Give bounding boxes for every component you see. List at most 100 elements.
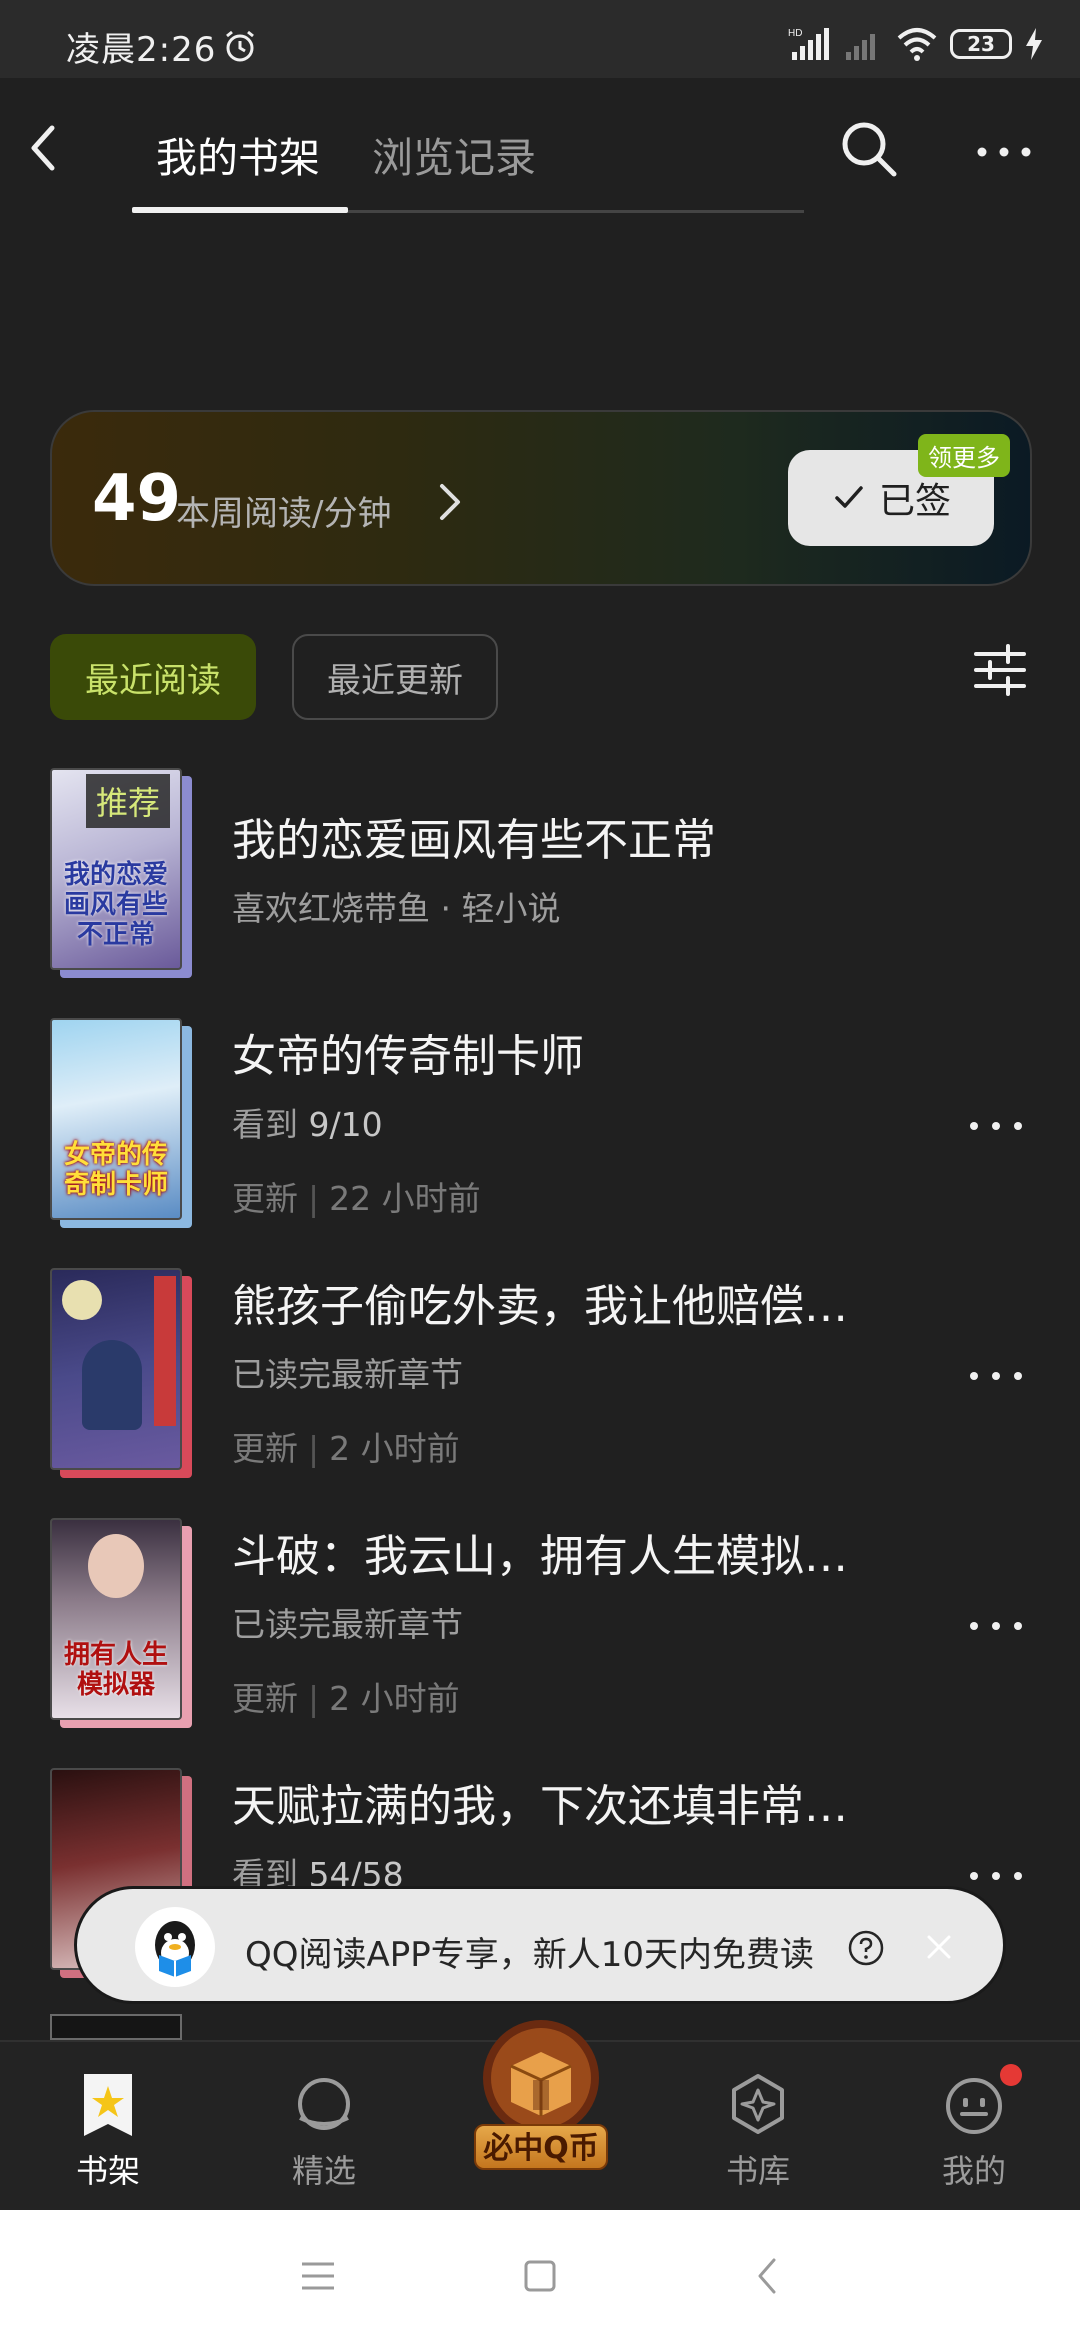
separator: | <box>308 1679 320 1718</box>
separator: | <box>308 1429 320 1468</box>
book-cover[interactable]: 我的恋爱画风有些不正常 推荐 <box>50 768 192 978</box>
book-cover[interactable] <box>50 1268 192 1478</box>
next-book-cover-partial <box>50 2014 182 2040</box>
signal-icon: HD <box>788 28 829 60</box>
update-info: 更新 | 2 小时前 <box>232 1422 460 1470</box>
book-list-item[interactable]: 熊孩子偷吃外卖，我让他赔偿… 已读完最新章节 更新 | 2 小时前 <box>0 1268 1080 1488</box>
nav-label: 必中Q币 <box>474 2124 608 2170</box>
update-label: 更新 <box>232 1679 298 1718</box>
chevron-right-icon <box>440 484 460 520</box>
promo-toast[interactable]: QQ阅读APP专享，新人10天内免费读 <box>74 1886 1006 2004</box>
book-list-item[interactable]: 我的恋爱画风有些不正常 推荐 我的恋爱画风有些不正常 喜欢红烧带鱼 · 轻小说 <box>0 768 1080 988</box>
book-list-item[interactable]: 女帝的传奇制卡师 女帝的传奇制卡师 看到 9/10 更新 | 22 小时前 <box>0 1018 1080 1238</box>
cover-title-text: 女帝的传奇制卡师 <box>63 1140 168 1200</box>
cover-image: 拥有人生模拟器 <box>50 1518 182 1720</box>
alarm-icon <box>226 30 254 62</box>
status-time: 凌晨2:26 <box>66 30 217 70</box>
battery-icon: 23 <box>950 29 1012 59</box>
nav-label: 书库 <box>725 2152 790 2190</box>
book-title[interactable]: 斗破：我云山，拥有人生模拟… <box>232 1520 848 1584</box>
search-icon[interactable] <box>838 118 902 182</box>
svg-text:HD: HD <box>788 28 802 39</box>
book-cover[interactable]: 女帝的传奇制卡师 <box>50 1018 192 1228</box>
cover-face <box>88 1534 144 1598</box>
battery-level: 23 <box>967 32 995 56</box>
compass-icon <box>732 2074 784 2134</box>
progress-label: 看到 <box>232 1105 309 1144</box>
book-more-icon[interactable] <box>966 1114 1026 1138</box>
system-navigation-bar <box>0 2210 1080 2340</box>
status-bar: 凌晨2:26 HD 23 <box>0 0 1080 78</box>
reading-progress: 看到 9/10 <box>232 1098 383 1146</box>
home-square-icon[interactable] <box>518 2254 562 2298</box>
book-title[interactable]: 熊孩子偷吃外卖，我让他赔偿… <box>232 1270 848 1334</box>
tab-my-bookshelf[interactable]: 我的书架 <box>156 124 320 184</box>
signal-weak-icon <box>846 34 875 60</box>
active-tab-indicator <box>132 207 348 213</box>
book-list-item[interactable]: 拥有人生模拟器 斗破：我云山，拥有人生模拟… 已读完最新章节 更新 | 2 小时前 <box>0 1518 1080 1738</box>
notification-dot <box>1000 2064 1022 2086</box>
check-icon <box>835 486 863 508</box>
book-more-icon[interactable] <box>966 1864 1026 1888</box>
nav-label: 书架 <box>75 2152 140 2190</box>
close-icon[interactable] <box>919 1927 959 1967</box>
book-title[interactable]: 天赋拉满的我，下次还填非常… <box>232 1770 848 1834</box>
book-title[interactable]: 我的恋爱画风有些不正常 <box>232 804 716 868</box>
bottom-navigation: 书架 精选 必中Q币 书库 我的 <box>0 2020 1080 2212</box>
promo-text: QQ阅读APP专享，新人10天内免费读 <box>245 1935 815 1975</box>
book-more-icon[interactable] <box>966 1614 1026 1638</box>
update-time: 22 小时前 <box>329 1179 481 1218</box>
cover-image: 女帝的传奇制卡师 <box>50 1018 182 1220</box>
filter-recently-read[interactable]: 最近阅读 <box>50 634 256 720</box>
nav-featured[interactable]: 精选 <box>254 2042 394 2212</box>
update-info: 更新 | 22 小时前 <box>232 1172 481 1220</box>
update-label: 更新 <box>232 1429 298 1468</box>
smiley-icon <box>946 2078 1002 2134</box>
book-author-genre: 喜欢红烧带鱼 · 轻小说 <box>232 889 561 928</box>
progress-value: 9/10 <box>308 1105 383 1144</box>
nav-library[interactable]: 书库 <box>688 2042 828 2212</box>
weekly-reading-minutes: 49 <box>92 462 182 536</box>
cover-image <box>50 1268 182 1470</box>
reading-status: 已读完最新章节 <box>232 1605 463 1644</box>
back-arrow-icon[interactable] <box>18 118 68 178</box>
menu-icon[interactable] <box>296 2254 340 2298</box>
book-cover[interactable]: 拥有人生模拟器 <box>50 1518 192 1728</box>
filter-recently-updated[interactable]: 最近更新 <box>292 634 498 720</box>
charging-icon <box>1026 28 1042 60</box>
reading-stats-banner[interactable]: 49 本周阅读/分钟 已签 领更多 <box>50 410 1032 586</box>
more-options-icon[interactable] <box>972 132 1036 172</box>
reading-status: 已读完最新章节 <box>232 1355 463 1394</box>
system-back-icon[interactable] <box>746 2254 790 2298</box>
status-indicators: HD 23 <box>788 24 1044 64</box>
nav-label: 精选 <box>291 2152 356 2190</box>
planet-icon <box>298 2078 350 2130</box>
wifi-icon <box>897 28 937 61</box>
header: 我的书架 浏览记录 <box>0 78 1080 218</box>
sliders-icon[interactable] <box>970 640 1030 700</box>
qq-reading-logo-icon <box>135 1907 215 1987</box>
nav-bookshelf[interactable]: 书架 <box>38 2042 178 2212</box>
cover-moon <box>62 1280 102 1320</box>
tab-browse-history[interactable]: 浏览记录 <box>372 124 536 184</box>
book-title[interactable]: 女帝的传奇制卡师 <box>232 1020 584 1084</box>
cover-title-text: 拥有人生模拟器 <box>63 1640 168 1700</box>
cover-banner <box>154 1276 176 1426</box>
recommended-badge: 推荐 <box>86 774 171 828</box>
update-label: 更新 <box>232 1179 298 1218</box>
nav-profile[interactable]: 我的 <box>904 2042 1044 2212</box>
book-more-icon[interactable] <box>966 1364 1026 1388</box>
get-more-badge[interactable]: 领更多 <box>918 434 1010 477</box>
signed-label: 已签 <box>878 481 951 522</box>
separator: | <box>308 1179 320 1218</box>
update-time: 2 小时前 <box>329 1429 460 1468</box>
cover-title-text: 我的恋爱画风有些不正常 <box>63 860 168 950</box>
nav-label: 我的 <box>941 2152 1006 2190</box>
help-icon[interactable] <box>847 1929 885 1967</box>
star-bookmark-icon <box>84 2074 132 2136</box>
weekly-reading-label: 本周阅读/分钟 <box>176 494 392 534</box>
cover-figure <box>82 1340 142 1430</box>
nav-q-coin[interactable]: 必中Q币 <box>474 2018 608 2194</box>
update-info: 更新 | 2 小时前 <box>232 1672 460 1720</box>
update-time: 2 小时前 <box>329 1679 460 1718</box>
